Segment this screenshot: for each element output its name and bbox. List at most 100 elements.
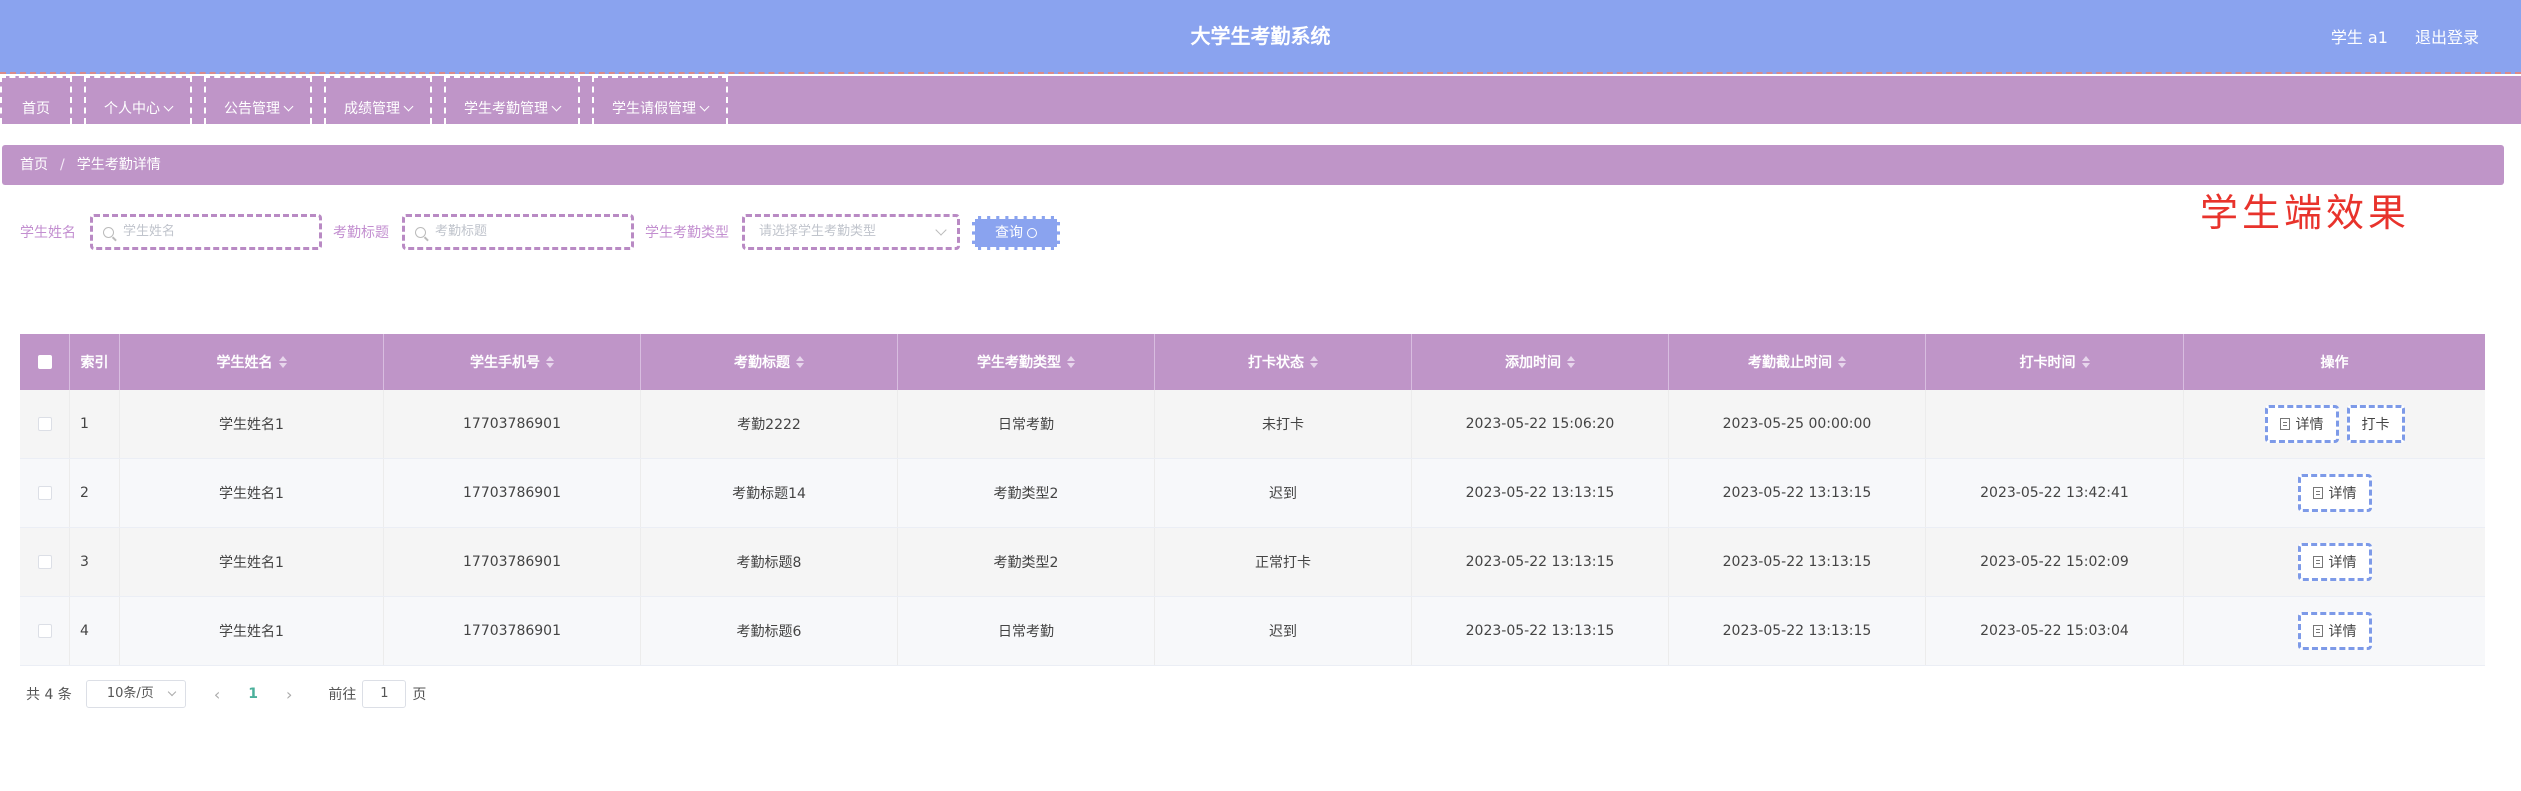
chevron-down-icon: [163, 101, 174, 112]
column-label: 索引: [80, 355, 109, 371]
title-search-input-wrapper[interactable]: [402, 214, 634, 250]
sort-icon[interactable]: [1067, 356, 1075, 368]
chevron-down-icon: [403, 101, 414, 112]
row-checkbox[interactable]: [37, 417, 52, 431]
user-area: 学生 a1 退出登录: [2309, 24, 2479, 48]
name-cell: 学生姓名1: [120, 459, 384, 527]
index-cell: 2: [70, 459, 120, 527]
sort-icon[interactable]: [2081, 356, 2090, 368]
column-header[interactable]: 打卡时间: [1926, 334, 2184, 390]
nav-item-home[interactable]: 首页: [0, 76, 72, 124]
title-cell: 考勤标题6: [641, 597, 898, 665]
name-cell: 学生姓名1: [120, 528, 384, 596]
type-cell: 日常考勤: [898, 390, 1155, 458]
nav-item-leave[interactable]: 学生请假管理: [592, 76, 728, 124]
detail-button-label: 详情: [2295, 417, 2324, 433]
title-search-input[interactable]: [435, 224, 631, 239]
sort-icon[interactable]: [278, 356, 287, 368]
type-cell: 考勤类型2: [898, 528, 1155, 596]
name-cell: 学生姓名1: [120, 390, 384, 458]
nav-label: 个人中心: [104, 101, 160, 117]
nav-label: 成绩管理: [344, 101, 400, 117]
table-row: 4 学生姓名1 17703786901 考勤标题6 日常考勤 迟到 2023-0…: [20, 597, 2485, 666]
nav-label: 首页: [22, 101, 50, 117]
index-cell: 3: [70, 528, 120, 596]
column-header[interactable]: 打卡状态: [1155, 334, 1412, 390]
query-button-label: 查询: [995, 225, 1023, 241]
detail-button-label: 详情: [2328, 555, 2357, 571]
type-cell: 日常考勤: [898, 597, 1155, 665]
checkin-time-cell: [1926, 390, 2184, 458]
nav-label: 学生考勤管理: [464, 101, 548, 117]
added-time-cell: 2023-05-22 13:13:15: [1412, 597, 1669, 665]
nav-item-notice[interactable]: 公告管理: [204, 76, 312, 124]
breadcrumb-home[interactable]: 首页: [20, 157, 48, 173]
column-label: 学生考勤类型: [977, 355, 1061, 371]
status-cell: 正常打卡: [1155, 528, 1412, 596]
deadline-cell: 2023-05-22 13:13:15: [1669, 459, 1926, 527]
nav-item-grades[interactable]: 成绩管理: [324, 76, 432, 124]
row-checkbox[interactable]: [37, 555, 52, 569]
status-cell: 迟到: [1155, 459, 1412, 527]
deadline-cell: 2023-05-22 13:13:15: [1669, 528, 1926, 596]
breadcrumb-current: 学生考勤详情: [76, 157, 161, 173]
sort-icon[interactable]: [796, 356, 804, 368]
row-select-cell: [20, 528, 70, 596]
sort-icon[interactable]: [1310, 356, 1318, 368]
type-select-placeholder: 请选择学生考勤类型: [759, 224, 877, 239]
page-size-select[interactable]: 10条/页: [85, 680, 186, 708]
column-label: 考勤截止时间: [1748, 355, 1832, 371]
table-header: 索引 学生姓名 学生手机号 考勤标题 学生考勤类型 打卡状态 添加时间 考勤截止…: [20, 334, 2485, 390]
detail-button[interactable]: 详情: [2297, 543, 2372, 581]
logout-button[interactable]: 退出登录: [2415, 28, 2479, 47]
nav-item-personal-center[interactable]: 个人中心: [84, 76, 192, 124]
column-header: 索引: [70, 334, 120, 390]
column-header: 操作: [2184, 334, 2485, 390]
column-header[interactable]: 学生考勤类型: [898, 334, 1155, 390]
check-in-button[interactable]: 打卡: [2346, 405, 2405, 443]
current-user[interactable]: 学生 a1: [2331, 28, 2388, 47]
column-header[interactable]: 考勤截止时间: [1669, 334, 1926, 390]
goto-page-input[interactable]: 1: [362, 680, 407, 708]
sort-icon[interactable]: [1567, 356, 1575, 368]
current-page-number[interactable]: 1: [248, 686, 258, 702]
detail-button[interactable]: 详情: [2297, 612, 2372, 650]
prev-page-button[interactable]: ‹: [214, 685, 220, 704]
sort-icon[interactable]: [1838, 356, 1846, 368]
document-icon: [2312, 625, 2323, 637]
table-row: 3 学生姓名1 17703786901 考勤标题8 考勤类型2 正常打卡 202…: [20, 528, 2485, 597]
type-cell: 考勤类型2: [898, 459, 1155, 527]
select-all-checkbox[interactable]: [37, 355, 52, 369]
deadline-cell: 2023-05-22 13:13:15: [1669, 597, 1926, 665]
checkin-time-cell: 2023-05-22 15:03:04: [1926, 597, 2184, 665]
row-checkbox[interactable]: [37, 486, 52, 500]
column-header[interactable]: 学生手机号: [384, 334, 641, 390]
actions-cell: 详情 打卡: [2184, 390, 2485, 458]
total-count: 共 4 条: [26, 687, 72, 703]
row-checkbox[interactable]: [37, 624, 52, 638]
index-cell: 1: [70, 390, 120, 458]
sort-icon[interactable]: [546, 356, 554, 368]
column-header[interactable]: 添加时间: [1412, 334, 1669, 390]
search-icon: [415, 227, 426, 238]
name-search-input-wrapper[interactable]: [90, 214, 322, 250]
detail-button[interactable]: 详情: [2297, 474, 2372, 512]
column-label: 学生姓名: [216, 355, 273, 371]
status-cell: 未打卡: [1155, 390, 1412, 458]
type-select[interactable]: 请选择学生考勤类型: [742, 214, 960, 250]
row-select-cell: [20, 390, 70, 458]
title-filter-label: 考勤标题: [333, 225, 389, 241]
query-button[interactable]: 查询: [972, 216, 1060, 250]
name-search-input[interactable]: [123, 224, 319, 239]
nav-item-attendance[interactable]: 学生考勤管理: [444, 76, 580, 124]
column-header[interactable]: 学生姓名: [120, 334, 384, 390]
top-header: 大学生考勤系统 学生 a1 退出登录: [0, 0, 2521, 74]
phone-cell: 17703786901: [384, 597, 641, 665]
document-icon: [2312, 556, 2323, 568]
detail-button[interactable]: 详情: [2264, 405, 2339, 443]
column-header[interactable]: 考勤标题: [641, 334, 898, 390]
breadcrumb-separator: /: [60, 157, 65, 173]
column-label: 考勤标题: [734, 355, 790, 371]
document-icon: [2279, 418, 2290, 430]
next-page-button[interactable]: ›: [286, 685, 292, 704]
